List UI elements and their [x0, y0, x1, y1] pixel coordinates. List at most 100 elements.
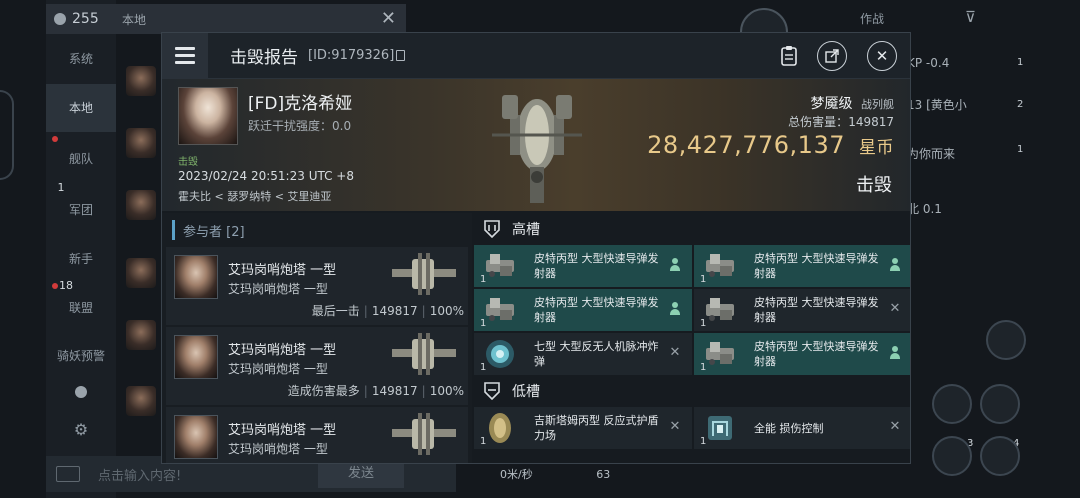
low-slot-header: 低槽 [472, 375, 910, 407]
hamburger-icon [175, 54, 195, 57]
low-slot-label: 低槽 [512, 384, 540, 400]
turret-image [392, 413, 456, 455]
ship-class: 战列舰 [861, 98, 894, 111]
speed-number: 63 [596, 468, 611, 481]
module-button[interactable] [980, 436, 1020, 476]
pilot-icon [54, 13, 66, 25]
tab-fleet[interactable]: 舰队 [46, 150, 116, 167]
module-name: 皮特丙型 大型快速导弹发射器 [534, 252, 659, 280]
participant-ship: 艾玛岗哨炮塔 一型 [228, 442, 328, 456]
combat-tab[interactable]: 作战 [860, 10, 884, 27]
ship-name[interactable]: 梦魇级 战列舰 [811, 93, 894, 113]
online-count: 255 [72, 11, 99, 27]
overview-line: 北 0.1 [907, 202, 942, 216]
chat-avatar[interactable] [126, 386, 156, 416]
participant-row[interactable]: 艾玛岗哨炮塔 一型 艾玛岗哨炮塔 一型 造成伤害最多 | 149817 | 100% [166, 327, 468, 405]
fitted-module[interactable]: 1 皮特丙型 大型快速导弹发射器 [474, 245, 692, 287]
module-button[interactable] [932, 436, 972, 476]
keyboard-icon[interactable] [56, 466, 80, 482]
isk-amount: 28,427,776,137 [647, 131, 845, 159]
overview-panel: 作战 ⊽ KP -0.4 13 [黄色小 为你而来 北 0.1 1 2 1 3 … [860, 0, 1080, 498]
send-button[interactable]: 发送 [318, 460, 404, 488]
speed-readout: 0米/秒 63 [500, 466, 610, 482]
tab-warning[interactable]: 骑妖预警 [46, 347, 116, 364]
hamburger-icon [175, 61, 195, 64]
high-slot-label: 高槽 [512, 222, 540, 238]
fitted-module[interactable]: 1 皮特丙型 大型快速导弹发射器 [694, 333, 910, 375]
close-button[interactable]: ✕ [867, 41, 897, 71]
final-blow-label: 最后一击 [311, 304, 360, 318]
clipboard-button[interactable] [774, 41, 804, 71]
participant-name: 艾玛岗哨炮塔 一型 [228, 343, 337, 358]
participant-portrait[interactable] [174, 255, 218, 299]
participant-damage: 149817 [371, 384, 418, 398]
module-name: 吉斯塔姆丙型 反应式护盾力场 [534, 414, 659, 442]
fitted-module[interactable]: 1 七型 大型反无人机脉冲炸弹 ✕ [474, 333, 692, 375]
copy-icon[interactable] [396, 50, 406, 61]
tab-local[interactable]: 本地 [46, 84, 116, 132]
chat-avatar[interactable] [126, 320, 156, 350]
module-quantity: 1 [700, 362, 707, 373]
participant-damage-pct: 100% [429, 384, 464, 398]
isk-value: 28,427,776,137 星币 [647, 131, 894, 159]
module-name: 七型 大型反无人机脉冲炸弹 [534, 340, 659, 368]
module-quantity: 1 [700, 274, 707, 285]
side-badge: 1 [1017, 144, 1024, 155]
fitted-module[interactable]: 1 皮特丙型 大型快速导弹发射器 [694, 245, 910, 287]
module-button[interactable] [932, 384, 972, 424]
overview-line: KP -0.4 [907, 56, 950, 70]
side-badge: 2 [1017, 99, 1024, 110]
share-button[interactable] [817, 41, 847, 71]
victim-portrait[interactable] [178, 87, 238, 145]
kill-tag: 击毁 [178, 157, 198, 168]
overview-line: 为你而来 [907, 147, 956, 161]
participant-row[interactable]: 艾玛岗哨炮塔 一型 艾玛岗哨炮塔 一型 [166, 407, 468, 463]
turret-image [392, 253, 456, 295]
fitting-panel: 高槽 1 皮特丙型 大型快速导弹发射器 1 皮特丙型 大型快速导弹发射器 1 皮特丙型 大… [472, 213, 910, 463]
tab-rookie[interactable]: 新手 [46, 250, 116, 267]
contacts-icon[interactable] [46, 386, 116, 401]
victim-name[interactable]: [FD]克洛希娅 [248, 89, 352, 114]
participant-portrait[interactable] [174, 415, 218, 459]
alliance-badge: 18 [59, 279, 73, 292]
participant-row[interactable]: 艾玛岗哨炮塔 一型 艾玛岗哨炮塔 一型 最后一击 | 149817 | 100% [166, 247, 468, 325]
chat-channel-bar: 本地 ✕ [116, 4, 406, 34]
isk-unit: 星币 [859, 138, 894, 158]
chat-avatar[interactable] [126, 66, 156, 96]
chat-avatar[interactable] [126, 190, 156, 220]
side-badge: 1 [1017, 57, 1024, 68]
dropped-pilot-icon [888, 258, 902, 272]
battleship-image[interactable] [482, 85, 592, 207]
close-icon: ✕ [875, 47, 889, 65]
warp-disrupt-strength: 跃迁干扰强度：0.0 [248, 119, 352, 133]
kill-datetime: 2023/02/24 20:51:23 UTC +8 [178, 169, 354, 183]
fitted-module[interactable]: 1 皮特丙型 大型快速导弹发射器 [474, 289, 692, 331]
dropped-pilot-icon [668, 258, 682, 272]
chat-avatar[interactable] [126, 258, 156, 288]
tab-corp[interactable]: 军团 [46, 201, 116, 218]
menu-button[interactable] [162, 33, 208, 79]
clipboard-icon [781, 46, 797, 66]
kill-status: 击毁 [856, 175, 892, 196]
chat-close-icon[interactable]: ✕ [381, 8, 396, 29]
participant-name: 艾玛岗哨炮塔 一型 [228, 263, 337, 278]
destroyed-cross-icon: ✕ [669, 419, 681, 434]
hud-bracket [0, 90, 14, 180]
tab-system[interactable]: 系统 [46, 50, 116, 67]
participant-portrait[interactable] [174, 335, 218, 379]
fitted-module[interactable]: 1 皮特丙型 大型快速导弹发射器 ✕ [694, 289, 910, 331]
smartbomb-icon [482, 336, 518, 372]
fitted-module[interactable]: 1 吉斯塔姆丙型 反应式护盾力场 ✕ [474, 407, 692, 449]
chat-avatar[interactable] [126, 128, 156, 158]
swap-icon[interactable] [986, 320, 1026, 360]
kill-location[interactable]: 霍夫比 < 瑟罗纳特 < 艾里迪亚 [178, 188, 331, 204]
participant-ship: 艾玛岗哨炮塔 一型 [228, 282, 328, 296]
filter-icon[interactable]: ⊽ [965, 8, 976, 26]
module-button[interactable] [980, 384, 1020, 424]
fitted-module[interactable]: 1 全能 损伤控制 ✕ [694, 407, 910, 449]
participant-ship: 艾玛岗哨炮塔 一型 [228, 362, 328, 376]
chat-input[interactable]: 点击输入内容! [98, 465, 181, 484]
dialog-title: 击毁报告 [230, 48, 298, 68]
settings-gear-icon[interactable]: ⚙ [46, 420, 116, 439]
tab-alliance[interactable]: 联盟 [46, 299, 116, 316]
